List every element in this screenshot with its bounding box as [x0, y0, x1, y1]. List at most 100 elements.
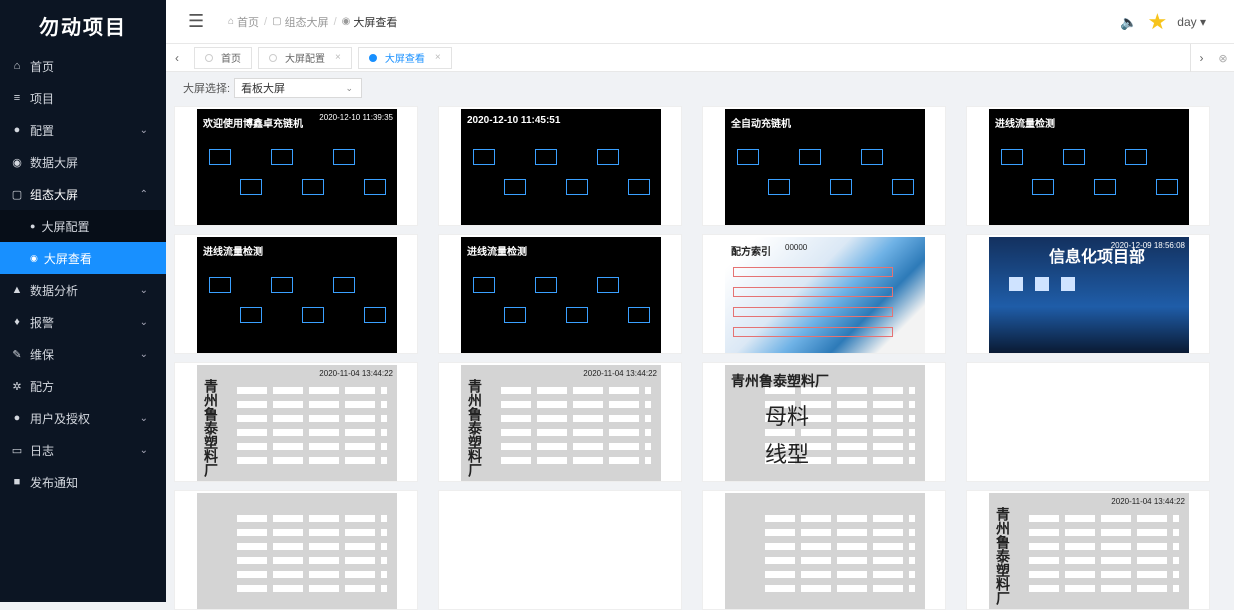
close-icon[interactable]: × — [335, 52, 341, 63]
screen-thumbnail[interactable]: 2020-12-10 11:45:51 — [461, 109, 661, 225]
thumbnail-block — [892, 179, 914, 195]
sidebar-item-monitor[interactable]: ▢ 组态大屏 ⌃ — [0, 178, 166, 210]
screen-card[interactable] — [438, 490, 682, 610]
breadcrumb-separator: / — [264, 15, 268, 28]
list-icon: ≡ — [13, 92, 21, 104]
thumbnail-block — [271, 277, 293, 293]
home-icon: ⌂ — [13, 60, 21, 72]
breadcrumb-current: 大屏查看 — [353, 16, 398, 29]
sidebar-item-home[interactable]: ⌂ 首页 — [0, 50, 166, 82]
thumbnail-row — [237, 557, 387, 564]
screen-thumbnail[interactable]: 配方索引 00000 — [725, 237, 925, 353]
menu-toggle-icon[interactable]: ☰ — [188, 11, 208, 32]
screen-thumbnail[interactable] — [725, 493, 925, 609]
sidebar-item-formula[interactable]: ✲ 配方 — [0, 370, 166, 402]
user-name: day — [1177, 15, 1197, 29]
screen-selector[interactable]: 看板大屏 ⌄ — [234, 78, 363, 98]
screen-thumbnail[interactable]: 欢迎使用博鑫卓充链机 2020-12-10 11:39:35 — [197, 109, 397, 225]
thumbnail-row — [501, 387, 651, 394]
sidebar-item-config[interactable]: ● 配置 ⌄ — [0, 114, 166, 146]
sidebar-item-bell[interactable]: ♦ 报警 ⌄ — [0, 306, 166, 338]
sidebar-item-label: 维保 — [30, 347, 55, 362]
breadcrumb-separator: / — [333, 15, 337, 28]
screen-card[interactable] — [174, 490, 418, 610]
thumbnail-block — [535, 277, 557, 293]
screen-thumbnail[interactable]: 进线流量检测 — [989, 109, 1189, 225]
sidebar-item-list[interactable]: ≡ 项目 — [0, 82, 166, 114]
thumbnail-text: 配方索引 — [731, 247, 771, 258]
sidebar-item-chart[interactable]: ▲ 数据分析 ⌄ — [0, 274, 166, 306]
sidebar-item-notice[interactable]: ■ 发布通知 — [0, 466, 166, 498]
screen-card[interactable]: 进线流量检测 — [174, 234, 418, 354]
thumbnail-row — [1029, 557, 1179, 564]
screen-thumbnail[interactable]: 青州鲁泰塑料厂 2020-11-04 13:44:22 — [197, 365, 397, 481]
avatar[interactable]: ★ — [1148, 9, 1168, 35]
thumbnail-block — [473, 277, 495, 293]
screen-card[interactable]: 进线流量检测 — [438, 234, 682, 354]
thumbnail-row — [1029, 571, 1179, 578]
thumbnail-row — [501, 429, 651, 436]
thumbnail-block — [302, 307, 324, 323]
screen-card[interactable]: 全自动充链机 — [702, 106, 946, 226]
thumbnail-row — [765, 557, 915, 564]
sidebar-item-screen[interactable]: ◉ 数据大屏 — [0, 146, 166, 178]
screen-thumbnail[interactable]: 信息化项目部 2020-12-09 18:56:08 — [989, 237, 1189, 353]
tabs-scroll-left-icon[interactable]: ‹ — [166, 51, 188, 65]
screen-card[interactable]: 青州鲁泰塑料厂 母料 线型 — [702, 362, 946, 482]
user-icon: ● — [13, 412, 21, 424]
tab-1[interactable]: 大屏配置 × — [258, 46, 352, 69]
thumbnail-block — [566, 307, 588, 323]
breadcrumb-screen[interactable]: 组态大屏 — [285, 14, 329, 30]
screen-card[interactable]: 青州鲁泰塑料厂 2020-11-04 13:44:22 — [966, 490, 1210, 610]
sidebar-subitem-gear[interactable]: ● 大屏配置 — [0, 210, 166, 242]
screen-card[interactable]: 配方索引 00000 — [702, 234, 946, 354]
screen-thumbnail[interactable]: 全自动充链机 — [725, 109, 925, 225]
screen-card[interactable]: 青州鲁泰塑料厂 2020-11-04 13:44:22 — [174, 362, 418, 482]
thumbnail-block — [768, 179, 790, 195]
screen-card[interactable]: 信息化项目部 2020-12-09 18:56:08 — [966, 234, 1210, 354]
thumbnail-text: 欢迎使用博鑫卓充链机 — [203, 119, 303, 130]
user-menu[interactable]: day ▾ — [1177, 15, 1206, 29]
screen-thumbnail[interactable]: 进线流量检测 — [461, 237, 661, 353]
thumbnail-block — [333, 149, 355, 165]
volume-icon[interactable]: 🔈 — [1120, 14, 1137, 31]
thumbnail-block — [1063, 149, 1085, 165]
thumbnail-row — [765, 515, 915, 522]
sidebar-item-user[interactable]: ● 用户及授权 ⌄ — [0, 402, 166, 434]
thumbnail-block — [240, 179, 262, 195]
thumbnail-block — [209, 277, 231, 293]
screen-thumbnail[interactable]: 青州鲁泰塑料厂 母料 线型 — [725, 365, 925, 481]
thumbnail-block — [504, 179, 526, 195]
tab-0[interactable]: 首页 — [194, 46, 252, 69]
thumbnail-text: 青州鲁泰塑料厂 — [203, 379, 219, 477]
thumbnail-block — [737, 149, 759, 165]
sidebar-subitem-eye[interactable]: ◉ 大屏查看 — [0, 242, 166, 274]
thumbnail-block — [566, 179, 588, 195]
screen-card[interactable] — [702, 490, 946, 610]
screen-thumbnail[interactable] — [197, 493, 397, 609]
sidebar-item-label: 组态大屏 — [30, 187, 79, 202]
tabs-scroll-right-icon[interactable]: › — [1190, 44, 1212, 72]
tab-2[interactable]: 大屏查看 × — [357, 46, 452, 69]
screen-card[interactable]: 进线流量检测 — [966, 106, 1210, 226]
thumbnail-row — [765, 543, 915, 550]
breadcrumb-home[interactable]: 首页 — [237, 14, 259, 30]
screen-thumbnail[interactable]: 青州鲁泰塑料厂 2020-11-04 13:44:22 — [989, 493, 1189, 609]
screen-card[interactable]: 欢迎使用博鑫卓充链机 2020-12-10 11:39:35 — [174, 106, 418, 226]
screen-card[interactable] — [966, 362, 1210, 482]
thumbnail-row — [237, 443, 387, 450]
log-icon: ▭ — [11, 444, 23, 457]
screen-selector-row: 大屏选择: 看板大屏 ⌄ — [183, 78, 363, 98]
screen-card[interactable]: 青州鲁泰塑料厂 2020-11-04 13:44:22 — [438, 362, 682, 482]
screen-card[interactable]: 2020-12-10 11:45:51 — [438, 106, 682, 226]
sidebar-item-log[interactable]: ▭ 日志 ⌄ — [0, 434, 166, 466]
screen-thumbnail[interactable]: 进线流量检测 — [197, 237, 397, 353]
thumbnail-row — [237, 415, 387, 422]
sidebar-item-wrench[interactable]: ✎ 维保 ⌄ — [0, 338, 166, 370]
header: ☰ ⌂ 首页 / ▢ 组态大屏 / ◉ 大屏查看 🔈 ★ day ▾ — [166, 0, 1234, 44]
close-all-icon[interactable]: ⊗ — [1212, 52, 1234, 65]
chevron-icon: ⌄ — [139, 124, 148, 136]
tab-status-icon — [269, 53, 277, 62]
screen-thumbnail[interactable]: 青州鲁泰塑料厂 2020-11-04 13:44:22 — [461, 365, 661, 481]
close-icon[interactable]: × — [435, 52, 441, 63]
